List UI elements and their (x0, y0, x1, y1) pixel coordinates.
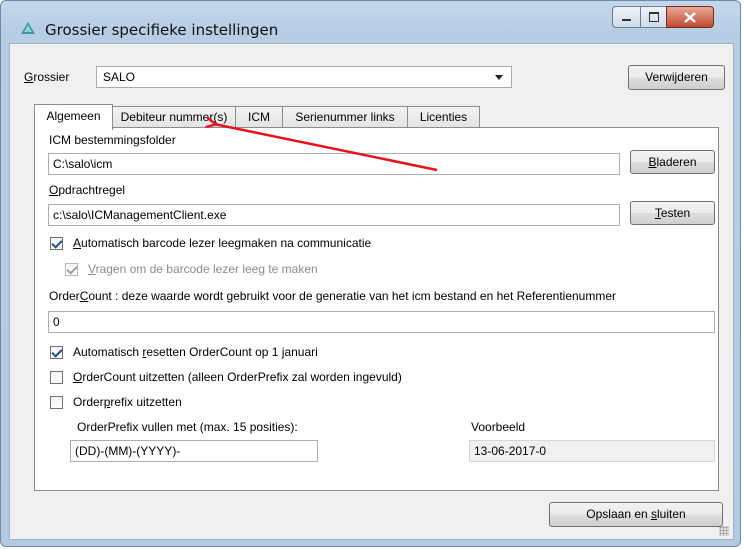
icm-folder-input[interactable]: C:\salo\icm (48, 153, 620, 175)
browse-button[interactable]: Bladeren (630, 150, 715, 174)
minimize-icon (622, 19, 631, 21)
command-label: Opdrachtregel (49, 183, 126, 197)
orderprefix-input[interactable]: (DD)-(MM)-(YYYY)- (70, 440, 318, 462)
orderprefix-fill-label: OrderPrefix vullen met (max. 15 posities… (77, 420, 298, 434)
tab-icm[interactable]: ICM (235, 106, 283, 128)
app-logo-icon (21, 22, 35, 34)
dialog-body: Grossier SALO Verwijderen Algemeen Debit… (9, 43, 734, 540)
icm-folder-label: ICM bestemmingsfolder (49, 133, 176, 147)
test-button[interactable]: Testen (630, 201, 715, 225)
title-bar[interactable]: Grossier specifieke instellingen (1, 1, 740, 41)
auto-reset-label: Automatisch resetten OrderCount op 1 jan… (73, 345, 318, 359)
dropdown-arrow-icon (495, 75, 503, 80)
grossier-dropdown[interactable]: SALO (96, 66, 512, 88)
minimize-button[interactable] (612, 6, 641, 28)
auto-reset-checkbox[interactable] (50, 346, 63, 359)
grossier-value: SALO (103, 70, 136, 84)
ordercount-label: OrderCount : deze waarde wordt gebruikt … (49, 289, 617, 303)
command-input[interactable]: c:\salo\ICManagementClient.exe (48, 204, 620, 226)
tab-licenties[interactable]: Licenties (407, 106, 480, 128)
ask-clear-label: Vragen om de barcode lezer leeg te maken (88, 262, 318, 276)
grossier-label: Grossier (24, 70, 70, 84)
auto-clear-checkbox[interactable] (50, 237, 63, 250)
settings-window: Grossier specifieke instellingen Grossie… (0, 0, 741, 547)
ordercount-off-checkbox[interactable] (50, 371, 63, 384)
ordercount-off-label: OrderCount uitzetten (alleen OrderPrefix… (73, 370, 402, 384)
example-value-field: 13-06-2017-0 (469, 440, 715, 462)
resize-grip-icon[interactable] (719, 526, 729, 536)
tab-serienummer-links[interactable]: Serienummer links (282, 106, 408, 128)
tab-algemeen[interactable]: Algemeen (34, 104, 113, 130)
save-close-button[interactable]: Opslaan en sluiten (549, 502, 723, 527)
tab-panel-algemeen: ICM bestemmingsfolder C:\salo\icm Blader… (34, 127, 719, 491)
auto-clear-label: Automatisch barcode lezer leegmaken na c… (73, 236, 372, 250)
tab-debiteur-nummers[interactable]: Debiteur nummer(s) (112, 106, 236, 128)
orderprefix-off-checkbox[interactable] (50, 396, 63, 409)
maximize-icon (648, 12, 659, 22)
ask-clear-checkbox[interactable] (65, 263, 78, 276)
window-title: Grossier specifieke instellingen (45, 21, 279, 39)
example-label: Voorbeeld (471, 420, 526, 434)
ordercount-input[interactable]: 0 (48, 311, 715, 333)
orderprefix-off-label: Orderprefix uitzetten (73, 395, 182, 409)
delete-button[interactable]: Verwijderen (628, 65, 725, 90)
close-button[interactable] (666, 6, 714, 28)
close-icon (684, 11, 696, 23)
maximize-button[interactable] (640, 6, 667, 28)
